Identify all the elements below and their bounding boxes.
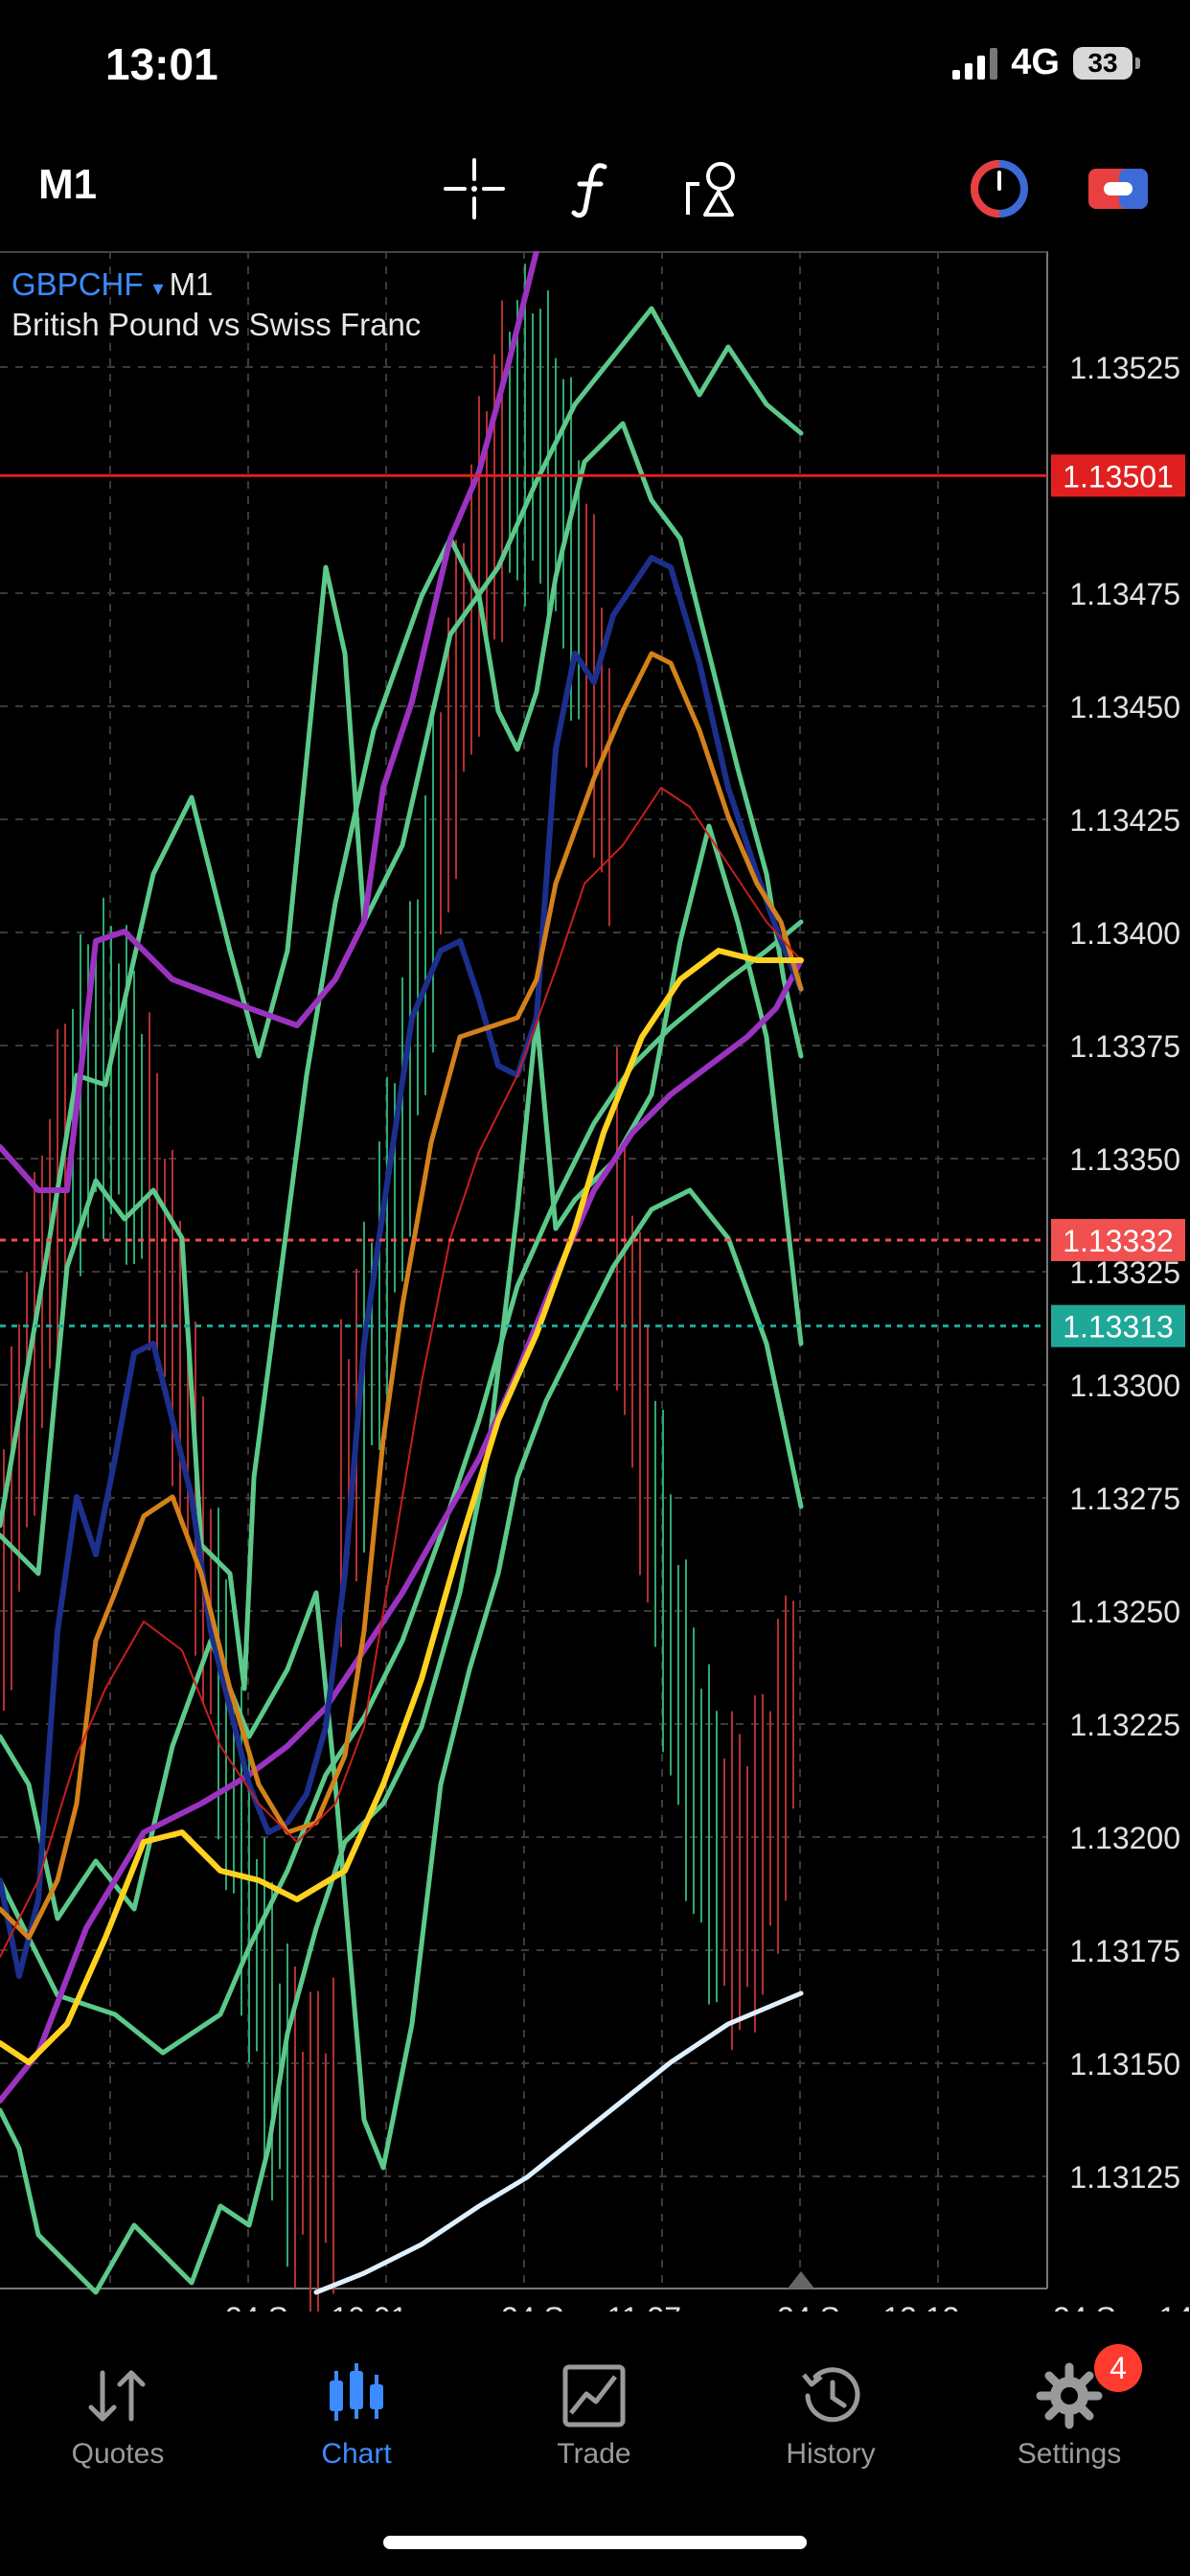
settings-badge: 4 xyxy=(1094,2344,1142,2392)
status-bar: 13:01 4G 33 xyxy=(0,0,1190,134)
y-tick-label: 1.13175 xyxy=(1069,1934,1180,1968)
y-tick-label: 1.13225 xyxy=(1069,1708,1180,1742)
history-icon xyxy=(802,2367,860,2423)
symbol-selector[interactable]: GBPCHF ▾ M1 xyxy=(11,266,213,303)
y-tick-label: 1.13275 xyxy=(1069,1482,1180,1516)
tab-quotes[interactable]: Quotes xyxy=(22,2338,214,2482)
timer-icon[interactable] xyxy=(966,155,1033,222)
tab-quotes-label: Quotes xyxy=(71,2438,165,2470)
network-type: 4G xyxy=(1011,42,1060,82)
function-icon[interactable] xyxy=(561,155,628,222)
home-indicator[interactable] xyxy=(383,2536,807,2549)
y-tick-label: 1.13300 xyxy=(1069,1368,1180,1403)
x-tick-label: 24 Sep 13:13 xyxy=(777,2301,959,2312)
y-tick-label: 1.13425 xyxy=(1069,803,1180,838)
y-tick-label: 1.13250 xyxy=(1069,1595,1180,1629)
tab-trade[interactable]: Trade xyxy=(498,2338,690,2482)
y-tick-label: 1.13200 xyxy=(1069,1821,1180,1855)
tab-settings[interactable]: 4 Settings xyxy=(973,2338,1165,2482)
price-label: 1.13332 xyxy=(1063,1224,1174,1258)
x-tick-label: 24 Sep 11:37 xyxy=(501,2301,681,2312)
signal-icon xyxy=(952,47,998,80)
chart-toolbar: M1 xyxy=(0,134,1190,249)
tab-chart[interactable]: Chart xyxy=(261,2338,452,2482)
chart-canvas[interactable]: 1.13525 1.13475 1.13450 1.13425 1.13400 1.133… xyxy=(0,248,1190,2335)
y-tick-label: 1.13125 xyxy=(1069,2160,1180,2195)
chart-icon xyxy=(330,2363,383,2421)
symbol-name: GBPCHF xyxy=(11,266,144,302)
tab-trade-label: Trade xyxy=(557,2438,631,2470)
price-label: 1.13313 xyxy=(1063,1310,1174,1345)
tab-history[interactable]: History xyxy=(735,2338,927,2482)
battery-icon: 33 xyxy=(1073,46,1140,80)
y-tick-label: 1.13475 xyxy=(1069,577,1180,611)
timeframe-button[interactable]: M1 xyxy=(38,161,97,209)
crosshair-icon[interactable] xyxy=(441,155,508,222)
y-tick-label: 1.13450 xyxy=(1069,690,1180,724)
y-tick-label: 1.13400 xyxy=(1069,916,1180,951)
price-label: 1.13501 xyxy=(1063,459,1174,494)
x-tick-label: 24 Sep 10:01 xyxy=(225,2301,407,2312)
symbol-description: British Pound vs Swiss Franc xyxy=(11,307,422,342)
status-right: 4G 33 xyxy=(952,42,1140,83)
objects-icon[interactable] xyxy=(680,155,747,222)
tab-chart-label: Chart xyxy=(321,2438,392,2470)
price-chart[interactable]: 1.13525 1.13475 1.13450 1.13425 1.13400 1.133… xyxy=(0,248,1190,2335)
quotes-icon xyxy=(88,2370,146,2422)
trade-icon xyxy=(562,2364,626,2427)
status-time: 13:01 xyxy=(105,39,218,89)
x-tick-label: 24 Sep 14:49 xyxy=(1053,2301,1190,2312)
toggle-icon[interactable] xyxy=(1085,155,1152,222)
y-tick-label: 1.13375 xyxy=(1069,1029,1180,1064)
symbol-dropdown-icon[interactable]: ▾ xyxy=(153,276,164,300)
tab-history-label: History xyxy=(786,2438,876,2470)
y-tick-label: 1.13150 xyxy=(1069,2047,1180,2082)
y-tick-label: 1.13525 xyxy=(1069,351,1180,385)
symbol-timeframe: M1 xyxy=(169,266,214,302)
tab-settings-label: Settings xyxy=(1017,2438,1122,2470)
y-tick-label: 1.13350 xyxy=(1069,1142,1180,1177)
tab-bar: Quotes Chart Trade History 4 Settings xyxy=(0,2338,1190,2511)
